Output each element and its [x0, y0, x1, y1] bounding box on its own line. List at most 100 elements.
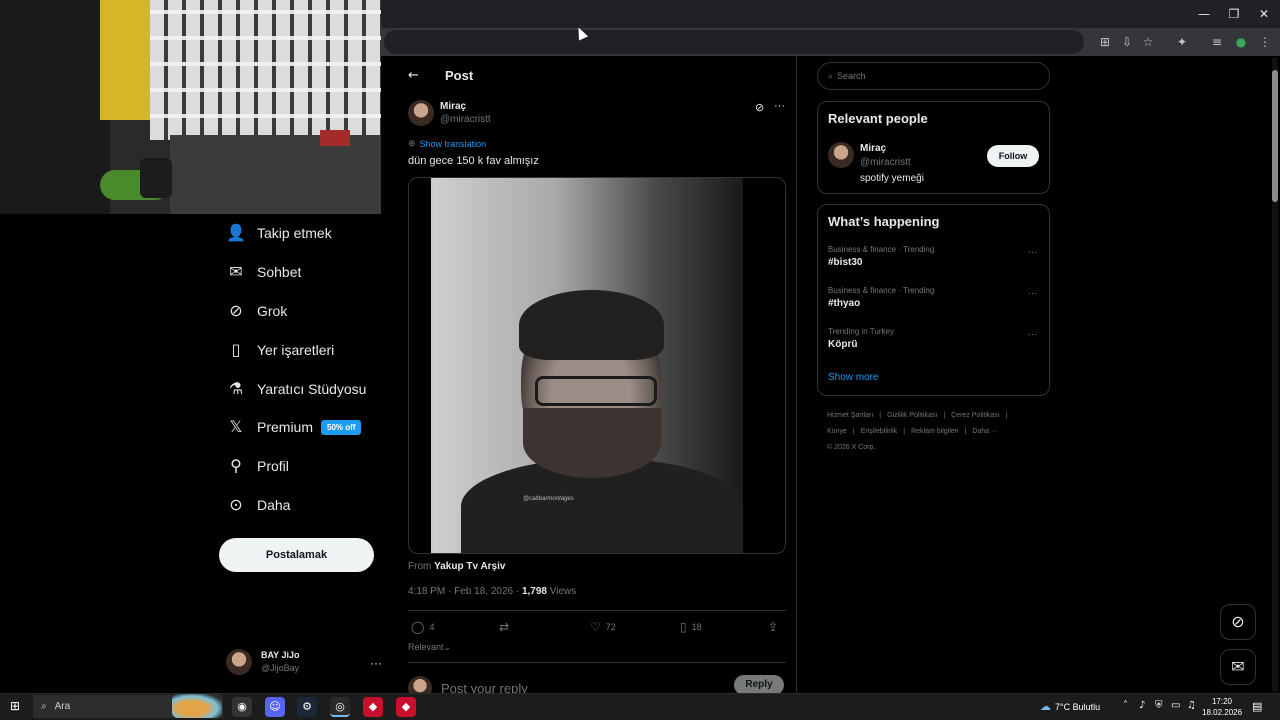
- mail-icon: ✉: [229, 262, 243, 281]
- avatar[interactable]: [828, 142, 854, 168]
- tray-chevron-icon[interactable]: ˄: [1123, 700, 1128, 711]
- trend-more-icon[interactable]: ···: [1028, 288, 1037, 298]
- weather-text: 7°C Bulutlu: [1055, 701, 1101, 712]
- author-name[interactable]: Miraç: [440, 100, 491, 113]
- address-bar[interactable]: [384, 30, 1084, 54]
- scrollbar-thumb[interactable]: [1272, 70, 1278, 202]
- trend-item[interactable]: Trending in Turkey Köprü: [828, 327, 894, 350]
- nav-label: Premium: [257, 419, 314, 435]
- nav-item-chat[interactable]: ✉ Sohbet: [226, 257, 301, 287]
- nav-item-more[interactable]: ⊙ Daha: [226, 490, 290, 520]
- post-video[interactable]: @cabbarmontages: [408, 177, 786, 554]
- like-action[interactable]: ♡ 72: [590, 620, 616, 634]
- nav-item-grok[interactable]: ⊘ Grok: [226, 296, 287, 326]
- nav-item-premium[interactable]: 𝕏 Premium 50% off: [226, 412, 362, 442]
- footer-link[interactable]: Erişilebilirlik: [861, 428, 898, 435]
- reply-button[interactable]: Reply: [734, 675, 784, 695]
- footer-separator: |: [852, 428, 855, 435]
- notification-icon[interactable]: ▤: [1252, 700, 1262, 713]
- video-beard: [523, 408, 661, 478]
- back-arrow-icon[interactable]: ←: [408, 68, 419, 83]
- bookmark-icon: ▯: [680, 620, 687, 634]
- webcam-red-object: [320, 130, 350, 146]
- minimize-button[interactable]: —: [1189, 4, 1219, 24]
- post-button[interactable]: Postalamak: [219, 538, 374, 572]
- app-red-icon[interactable]: ◆: [363, 697, 383, 717]
- weather-widget[interactable]: ☁ 7°C Bulutlu: [1040, 700, 1100, 713]
- video-watermark: @cabbarmontages: [523, 496, 574, 502]
- footer-link[interactable]: Reklam bilgileri: [911, 428, 958, 435]
- post-author[interactable]: Miraç @miracristt: [408, 100, 491, 126]
- media-icon[interactable]: ≡: [1208, 33, 1226, 51]
- post-timestamp[interactable]: 4:18 PM · Feb 18, 2026 ·: [408, 586, 522, 597]
- webcam-desk: [170, 135, 381, 214]
- grok-fab-icon[interactable]: ⊘: [1220, 604, 1256, 640]
- network-icon[interactable]: ▭: [1171, 700, 1180, 711]
- reply-action[interactable]: ◯ 4: [411, 620, 434, 634]
- microphone-icon[interactable]: ♪: [1139, 700, 1145, 711]
- webcam-yellow-panel: [100, 0, 150, 120]
- cloud-icon: ☁: [1040, 700, 1051, 713]
- system-clock[interactable]: 17:20 18.02.2026: [1202, 696, 1242, 718]
- search-highlight-image[interactable]: [172, 694, 222, 718]
- close-button[interactable]: ✕: [1249, 4, 1279, 24]
- share-action[interactable]: ⇪: [768, 620, 783, 634]
- nav-item-creator-studio[interactable]: ⚗ Yaratıcı Stüdyosu: [226, 374, 367, 404]
- copyright: © 2026 X Corp.: [827, 444, 876, 451]
- footer-link[interactable]: Çerez Politikası: [951, 412, 1000, 419]
- app-red-icon-2[interactable]: ◆: [396, 697, 416, 717]
- trend-item[interactable]: Business & finance · Trending #thyao: [828, 286, 934, 309]
- person-bio: spotify yemeği: [860, 173, 924, 184]
- account-switcher[interactable]: BAY JiJo @JijoBay: [226, 649, 300, 675]
- from-prefix: From: [408, 561, 432, 572]
- show-more-link[interactable]: Show more: [828, 372, 879, 383]
- more-options-icon[interactable]: ···: [774, 100, 785, 112]
- show-translation-link[interactable]: ⊕ Show translation: [408, 139, 486, 149]
- star-icon[interactable]: ☆: [1139, 33, 1157, 51]
- nav-item-follow[interactable]: 👤 Takip etmek: [226, 218, 332, 248]
- footer-link[interactable]: Hizmet Şartları: [827, 412, 873, 419]
- trend-category: Business & finance · Trending: [828, 286, 935, 295]
- nav-item-profile[interactable]: ⚲ Profil: [226, 451, 289, 481]
- author-handle[interactable]: @miracristt: [440, 113, 491, 126]
- chrome-icon[interactable]: ◎: [330, 697, 350, 717]
- x-logo-icon: 𝕏: [229, 417, 243, 436]
- person-handle[interactable]: @miracristt: [860, 157, 911, 168]
- restore-button[interactable]: ❐: [1219, 4, 1249, 24]
- avatar[interactable]: [408, 100, 434, 126]
- reply-sort-dropdown[interactable]: Relevant⌄: [408, 642, 451, 653]
- trend-name: #bist30: [828, 257, 863, 268]
- divider: [408, 610, 786, 611]
- follow-button[interactable]: Follow: [987, 145, 1039, 167]
- grok-icon[interactable]: ⊘: [755, 101, 764, 114]
- obs-icon[interactable]: ◉: [232, 697, 252, 717]
- heart-icon: ♡: [590, 620, 601, 634]
- trend-item[interactable]: Business & finance · Trending #bist30: [828, 245, 934, 268]
- footer-link[interactable]: Künye: [827, 428, 847, 435]
- security-icon[interactable]: ⛨: [1155, 700, 1163, 711]
- extensions-icon[interactable]: ✦: [1173, 33, 1191, 51]
- install-icon[interactable]: ⇩: [1118, 33, 1136, 51]
- menu-icon[interactable]: ⋮: [1256, 33, 1274, 51]
- windows-start-icon[interactable]: ⊞: [10, 700, 22, 712]
- profile-icon[interactable]: ●: [1232, 33, 1250, 51]
- messages-fab-icon[interactable]: ✉: [1220, 649, 1256, 685]
- nav-label: Profil: [257, 458, 289, 474]
- repost-action[interactable]: ⇄: [499, 620, 514, 634]
- volume-icon[interactable]: ♫: [1187, 700, 1196, 711]
- person-name[interactable]: Miraç: [860, 143, 886, 154]
- video-hair: [519, 290, 664, 360]
- footer-link[interactable]: Gizlilik Politikası: [887, 412, 937, 419]
- search-input[interactable]: ⌕ Search: [817, 62, 1050, 90]
- from-source-link[interactable]: Yakup Tv Arşiv: [434, 561, 505, 572]
- translate-icon[interactable]: ⊞: [1096, 33, 1114, 51]
- nav-item-bookmarks[interactable]: ▯ Yer işaretleri: [226, 335, 335, 365]
- chevron-down-icon: ⌄: [443, 642, 452, 652]
- trend-category: Business & finance · Trending: [828, 245, 935, 254]
- trend-more-icon[interactable]: ···: [1028, 329, 1037, 339]
- steam-icon[interactable]: ⚙: [297, 697, 317, 717]
- footer-link[interactable]: Daha ···: [972, 428, 998, 435]
- trend-more-icon[interactable]: ···: [1028, 247, 1037, 257]
- bookmark-action[interactable]: ▯ 18: [680, 620, 702, 634]
- discord-icon[interactable]: ☺: [265, 697, 285, 717]
